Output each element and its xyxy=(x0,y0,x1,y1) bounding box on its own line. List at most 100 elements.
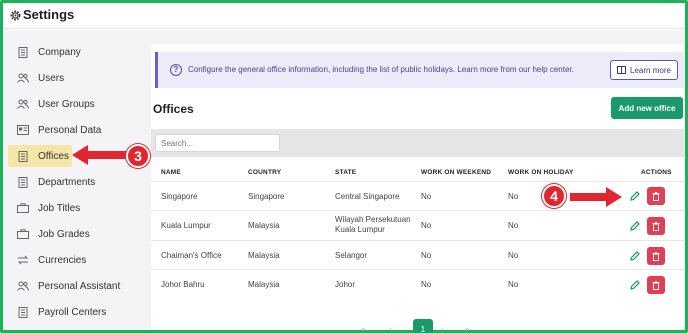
table-row[interactable]: Johor Bahru Malaysia Johor No No xyxy=(151,269,684,299)
cell-weekend: No xyxy=(421,221,432,230)
sidebar-item-label: Departments xyxy=(38,176,96,188)
delete-button[interactable] xyxy=(647,217,665,235)
delete-button[interactable] xyxy=(647,247,665,265)
delete-button[interactable] xyxy=(647,187,665,205)
sidebar-item-label: User Groups xyxy=(38,98,95,110)
cell-weekend: No xyxy=(421,192,432,201)
sidebar-item-label: Users xyxy=(38,72,65,84)
column-header-actions: ACTIONS xyxy=(641,169,672,176)
office-icon xyxy=(16,150,30,162)
section-title: Offices xyxy=(153,102,194,116)
trash-icon xyxy=(652,251,660,261)
cell-holiday: No xyxy=(508,192,519,201)
cell-state-line: Kuala Lumpur xyxy=(335,225,385,234)
app-header: Settings xyxy=(3,3,685,29)
question-circle-icon: ? xyxy=(170,64,182,76)
column-header-state: STATE xyxy=(335,169,357,176)
cell-country: Malaysia xyxy=(248,221,280,230)
sidebar-item-label: Personal Assistant xyxy=(38,280,121,292)
id-card-icon xyxy=(16,124,30,136)
edit-pencil-icon[interactable] xyxy=(629,279,641,291)
banner-text: Configure the general office information… xyxy=(188,65,574,74)
departments-icon xyxy=(16,176,30,188)
sidebar-item-personal-data[interactable]: Personal Data xyxy=(8,119,136,141)
column-header-work-on-weekend: WORK ON WEEKEND xyxy=(421,169,492,176)
cell-holiday: No xyxy=(508,221,519,230)
sidebar-item-label: Job Titles xyxy=(38,202,81,214)
trash-icon xyxy=(652,191,660,201)
cell-country: Malaysia xyxy=(248,251,280,260)
sidebar-item-users[interactable]: Users xyxy=(8,67,136,89)
column-header-name: NAME xyxy=(161,169,181,176)
sidebar-item-user-groups[interactable]: User Groups xyxy=(8,93,136,115)
column-header-work-on-holiday: WORK ON HOLIDAY xyxy=(508,169,574,176)
gear-icon xyxy=(10,10,21,21)
trash-icon xyxy=(652,221,660,231)
search-bar xyxy=(151,129,684,157)
cell-name: Kuala Lumpur xyxy=(161,221,211,230)
annotation-arrow-4 xyxy=(570,187,622,207)
building-icon xyxy=(16,46,30,58)
edit-pencil-icon[interactable] xyxy=(629,190,641,202)
column-header-country: COUNTRY xyxy=(248,169,282,176)
cell-state: Wilayah Persekutuan Kuala Lumpur xyxy=(335,215,411,235)
cell-name: Singapore xyxy=(161,192,198,201)
sidebar: Company Users User Groups Personal Data … xyxy=(3,30,144,330)
learn-more-button[interactable]: Learn more xyxy=(610,60,678,80)
cell-country: Singapore xyxy=(248,192,285,201)
edit-pencil-icon[interactable] xyxy=(629,250,641,262)
assistant-icon xyxy=(16,280,30,292)
pagination-last[interactable]: » xyxy=(465,325,469,333)
learn-more-label: Learn more xyxy=(630,65,671,75)
main-area: ? Configure the general office informati… xyxy=(144,30,685,333)
sidebar-item-job-titles[interactable]: Job Titles xyxy=(8,197,136,219)
trash-icon xyxy=(652,280,660,290)
sidebar-item-departments[interactable]: Departments xyxy=(8,171,136,193)
step-badge-4: 4 xyxy=(542,184,566,208)
pagination-next[interactable]: › xyxy=(441,325,444,333)
table-row[interactable]: Chaiman's Office Malaysia Selangor No No xyxy=(151,240,684,269)
cell-holiday: No xyxy=(508,251,519,260)
user-groups-icon xyxy=(16,98,30,110)
grades-icon xyxy=(16,228,30,240)
briefcase-icon xyxy=(16,202,30,214)
page-title: Settings xyxy=(23,7,75,22)
sidebar-item-currencies[interactable]: Currencies xyxy=(8,249,136,271)
sidebar-item-job-grades[interactable]: Job Grades xyxy=(8,223,136,245)
payroll-icon xyxy=(16,306,30,318)
add-new-office-button[interactable]: Add new office xyxy=(611,97,683,119)
pagination-first[interactable]: « xyxy=(361,325,365,333)
sidebar-item-offices[interactable]: Offices xyxy=(8,145,72,167)
sidebar-item-personal-assistant[interactable]: Personal Assistant xyxy=(8,275,136,297)
annotation-arrow-3 xyxy=(72,145,128,165)
book-icon xyxy=(617,66,627,74)
users-icon xyxy=(16,72,30,84)
sidebar-item-company[interactable]: Company xyxy=(8,41,136,63)
pagination-current-page[interactable]: 1 xyxy=(413,319,433,333)
sidebar-item-label: Offices xyxy=(38,150,69,162)
pagination-prev[interactable]: ‹ xyxy=(389,325,392,333)
cell-weekend: No xyxy=(421,280,432,289)
table-row[interactable]: Kuala Lumpur Malaysia Wilayah Persekutua… xyxy=(151,210,684,240)
cell-name: Johor Bahru xyxy=(161,280,205,289)
sidebar-item-payroll-centers[interactable]: Payroll Centers xyxy=(8,301,136,323)
sidebar-item-label: Payroll Centers xyxy=(38,306,107,318)
cell-state: Selangor xyxy=(335,251,368,260)
cell-weekend: No xyxy=(421,251,432,260)
exchange-icon xyxy=(16,254,30,266)
delete-button[interactable] xyxy=(647,276,665,294)
cell-state: Central Singapore xyxy=(335,192,400,201)
edit-pencil-icon[interactable] xyxy=(629,220,641,232)
step-badge-3: 3 xyxy=(126,144,150,168)
sidebar-item-label: Company xyxy=(38,46,81,58)
cell-country: Malaysia xyxy=(248,280,280,289)
sidebar-item-label: Job Grades xyxy=(38,228,90,240)
cell-name: Chaiman's Office xyxy=(161,251,222,260)
info-banner: ? Configure the general office informati… xyxy=(155,52,684,88)
cell-state-line: Wilayah Persekutuan xyxy=(335,215,411,224)
cell-holiday: No xyxy=(508,280,519,289)
sidebar-item-label: Currencies xyxy=(38,254,87,266)
search-input[interactable] xyxy=(155,134,280,152)
sidebar-item-label: Personal Data xyxy=(38,124,102,136)
cell-state: Johor xyxy=(335,280,356,289)
